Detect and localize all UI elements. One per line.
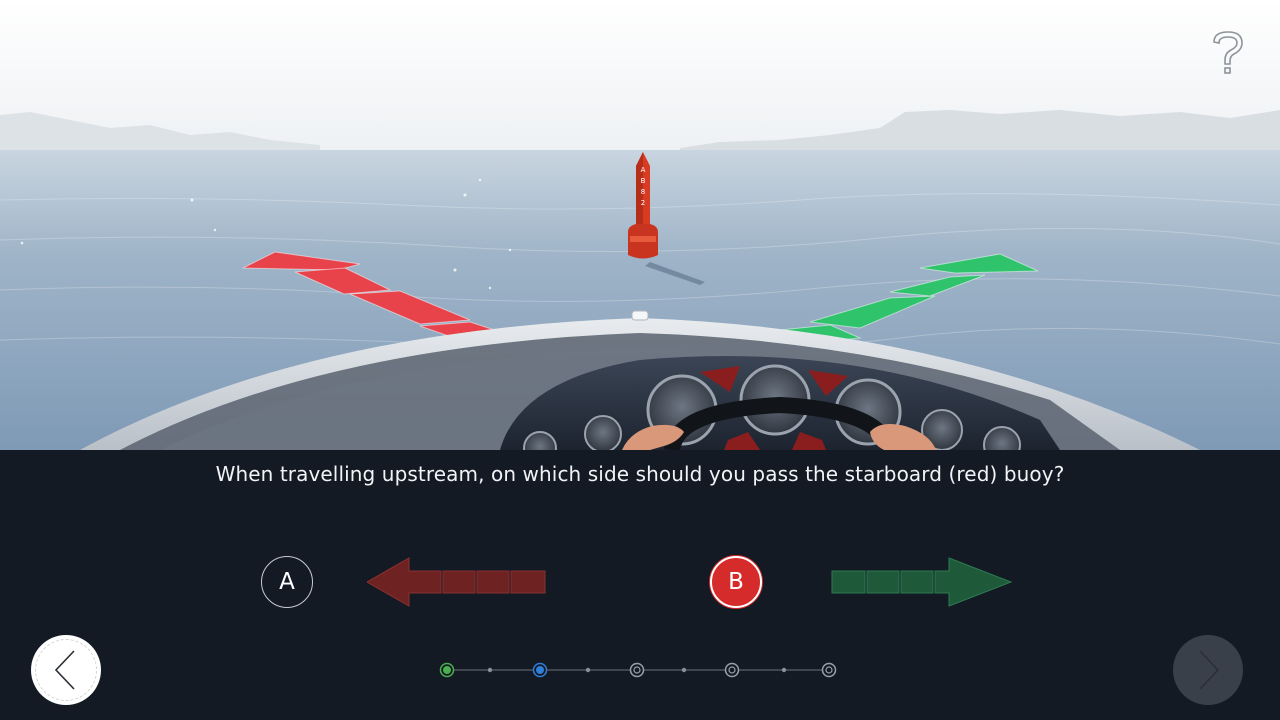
buoy-label-3: 8: [641, 188, 645, 196]
question-panel: When travelling upstream, on which side …: [0, 450, 1280, 720]
scene-view: A B 8 2: [0, 0, 1280, 450]
question-mark-icon: [1213, 31, 1243, 74]
buoy-label-1: A: [641, 166, 646, 174]
progress-step-4: [724, 662, 740, 678]
buoy-label-2: B: [641, 177, 646, 185]
progress-step-3: [629, 662, 645, 678]
progress-stepper: [439, 662, 837, 678]
progress-step-1-dot: [443, 666, 451, 674]
progress-step-5: [821, 662, 837, 678]
answer-option-a[interactable]: A: [261, 556, 561, 608]
answer-option-b[interactable]: B: [710, 556, 1020, 608]
right-arrow-icon: [831, 557, 1013, 607]
buoy-label-4: 2: [641, 199, 645, 207]
help-button[interactable]: [1206, 28, 1250, 80]
option-b-badge: B: [710, 556, 762, 608]
option-a-badge: A: [261, 556, 313, 608]
chevron-right-icon: [1199, 650, 1220, 690]
question-text: When travelling upstream, on which side …: [215, 462, 1065, 486]
next-button[interactable]: [1173, 635, 1243, 705]
previous-button[interactable]: [31, 635, 101, 705]
bow-light: [631, 310, 649, 321]
boat-scene-illustration: A B 8 2: [0, 0, 1280, 450]
left-arrow-icon: [367, 557, 546, 607]
progress-step-2-dot: [536, 666, 544, 674]
